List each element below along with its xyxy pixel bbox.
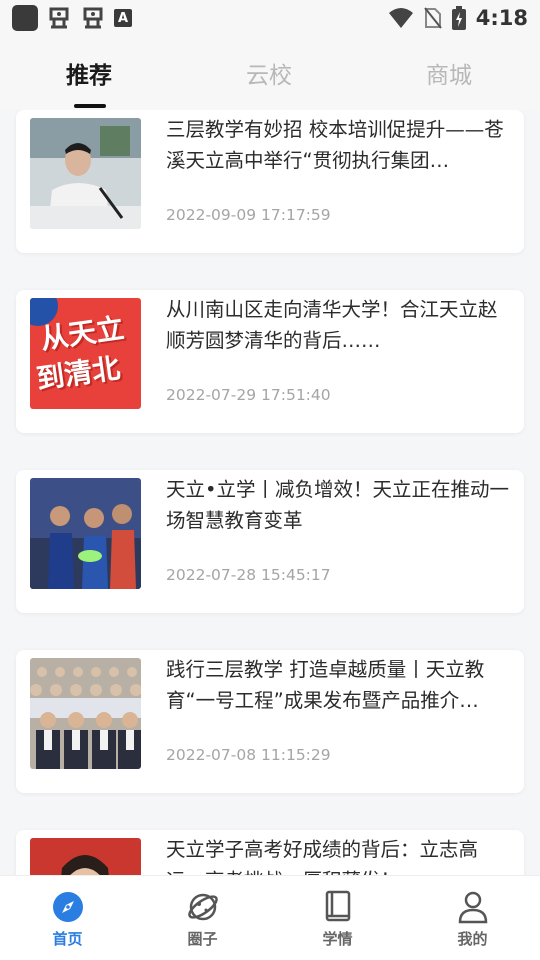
tab-recommend[interactable]: 推荐 bbox=[66, 56, 112, 90]
article-card[interactable]: 践行三层教学 打造卓越质量丨天立教育“一号工程”成果发布暨产品推介… 2022-… bbox=[16, 650, 524, 793]
nav-home[interactable]: 首页 bbox=[0, 876, 135, 960]
clock: 4:18 bbox=[475, 6, 528, 30]
bug-icon bbox=[49, 7, 69, 29]
article-date: 2022-07-28 15:45:17 bbox=[166, 566, 331, 584]
article-thumbnail bbox=[30, 478, 141, 589]
article-card[interactable]: 三层教学有妙招 校本培训促提升——苍溪天立高中举行“贯彻执行集团… 2022-0… bbox=[16, 110, 524, 253]
nav-learning[interactable]: 学情 bbox=[270, 876, 405, 960]
no-sim-icon bbox=[423, 7, 442, 29]
article-title[interactable]: 天立学子高考好成绩的背后：立志高远，高考挑战，厚积薄发！ bbox=[166, 834, 512, 875]
status-bar: A 4:18 bbox=[0, 0, 540, 36]
book-icon bbox=[321, 890, 355, 924]
article-thumbnail: 从天立 到清北 bbox=[30, 298, 141, 409]
nav-mine[interactable]: 我的 bbox=[405, 876, 540, 960]
nav-label: 首页 bbox=[52, 930, 83, 948]
article-feed[interactable]: 三层教学有妙招 校本培训促提升——苍溪天立高中举行“贯彻执行集团… 2022-0… bbox=[0, 110, 540, 875]
nav-label: 我的 bbox=[457, 930, 488, 948]
nav-label: 圈子 bbox=[187, 930, 218, 948]
article-thumbnail bbox=[30, 658, 141, 769]
article-card[interactable]: 天立•立学丨减负增效！天立正在推动一场智慧教育变革 2022-07-28 15:… bbox=[16, 470, 524, 613]
top-tabs: 推荐 云校 商城 bbox=[0, 36, 540, 110]
tab-cloud-school[interactable]: 云校 bbox=[246, 56, 292, 90]
article-title[interactable]: 践行三层教学 打造卓越质量丨天立教育“一号工程”成果发布暨产品推介… bbox=[166, 654, 512, 716]
article-title[interactable]: 三层教学有妙招 校本培训促提升——苍溪天立高中举行“贯彻执行集团… bbox=[166, 114, 512, 176]
article-date: 2022-07-29 17:51:40 bbox=[166, 386, 331, 404]
nav-label: 学情 bbox=[322, 930, 353, 948]
article-card[interactable]: 天立学子高考好成绩的背后：立志高远，高考挑战，厚积薄发！ bbox=[16, 830, 524, 875]
nav-circle[interactable]: 圈子 bbox=[135, 876, 270, 960]
article-date: 2022-07-08 11:15:29 bbox=[166, 746, 331, 764]
tab-mall[interactable]: 商城 bbox=[426, 56, 472, 90]
article-card[interactable]: 从天立 到清北 从川南山区走向清华大学！合江天立赵顺芳圆梦清华的背后…… 202… bbox=[16, 290, 524, 433]
user-icon bbox=[456, 890, 490, 924]
article-title[interactable]: 从川南山区走向清华大学！合江天立赵顺芳圆梦清华的背后…… bbox=[166, 294, 512, 356]
battery-charging-icon bbox=[451, 6, 466, 30]
article-thumbnail bbox=[30, 118, 141, 229]
article-thumbnail bbox=[30, 838, 141, 875]
compass-icon bbox=[51, 890, 85, 924]
wifi-icon bbox=[388, 8, 413, 28]
bug-icon bbox=[83, 7, 103, 29]
active-tab-indicator bbox=[74, 104, 106, 108]
article-title[interactable]: 天立•立学丨减负增效！天立正在推动一场智慧教育变革 bbox=[166, 474, 512, 536]
bottom-nav: 首页 圈子 学情 我的 bbox=[0, 875, 540, 960]
app-icon bbox=[12, 5, 38, 31]
planet-icon bbox=[186, 890, 220, 924]
article-date: 2022-09-09 17:17:59 bbox=[166, 206, 331, 224]
a-box-icon: A bbox=[114, 9, 132, 27]
